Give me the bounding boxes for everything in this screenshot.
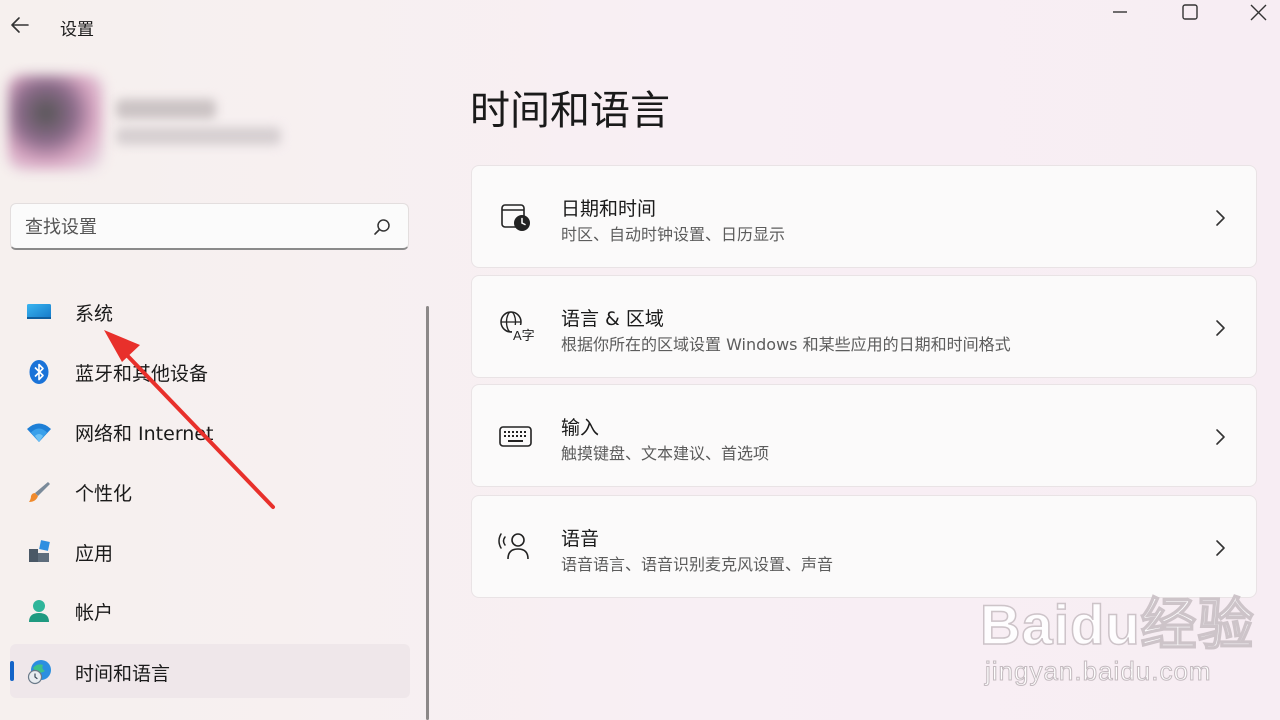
search-icon[interactable] (371, 216, 393, 238)
sidebar-item-label: 帐户 (75, 602, 114, 624)
card-description: 根据你所在的区域设置 Windows 和某些应用的日期和时间格式 (561, 335, 1011, 354)
sidebar-item-system[interactable]: 系统 (10, 284, 410, 338)
sidebar-item-accounts[interactable]: 帐户 (10, 583, 410, 637)
maximize-button[interactable] (1166, 0, 1212, 26)
watermark-url: jingyan.baidu.com (985, 656, 1212, 687)
user-icon (29, 600, 49, 622)
chevron-right-icon (1216, 540, 1225, 556)
card-title: 语音 (561, 528, 600, 550)
user-profile[interactable] (8, 75, 283, 170)
profile-name-blurred (116, 99, 216, 119)
watermark-logo: Baidu经验 (979, 592, 1255, 657)
language-icon: A字 (500, 311, 534, 343)
app-title: 设置 (60, 20, 94, 40)
keyboard-icon (499, 426, 532, 447)
card-title: 语言 & 区域 (561, 308, 664, 330)
sidebar-item-apps[interactable]: 应用 (10, 524, 410, 578)
minimize-button[interactable] (1097, 0, 1143, 26)
card-title: 输入 (561, 417, 600, 439)
selection-indicator (10, 661, 14, 681)
input-card[interactable]: 输入 触摸键盘、文本建议、首选项 (471, 384, 1257, 487)
card-description: 触摸键盘、文本建议、首选项 (561, 444, 770, 463)
close-icon (1250, 4, 1267, 21)
search-input[interactable] (25, 212, 355, 242)
card-description: 语音语言、语音识别麦克风设置、声音 (561, 555, 834, 574)
speech-icon (498, 533, 529, 560)
sidebar-item-label: 系统 (75, 303, 114, 325)
monitor-icon (27, 304, 51, 319)
wifi-icon (27, 423, 51, 442)
brush-icon (29, 482, 50, 502)
svg-text:A字: A字 (513, 328, 534, 343)
sidebar-item-label: 蓝牙和其他设备 (75, 363, 209, 385)
card-title: 日期和时间 (561, 198, 657, 220)
sidebar-item-label: 个性化 (75, 483, 133, 505)
sidebar-item-label: 时间和语言 (75, 663, 171, 685)
chevron-right-icon (1216, 210, 1225, 226)
minimize-icon (1113, 11, 1127, 13)
globe-clock-icon (27, 660, 51, 685)
maximize-icon (1182, 4, 1198, 20)
chevron-right-icon (1216, 320, 1225, 336)
close-button[interactable] (1235, 0, 1280, 26)
sidebar-item-label: 网络和 Internet (75, 423, 214, 445)
card-description: 时区、自动时钟设置、日历显示 (561, 225, 786, 244)
profile-email-blurred (116, 127, 281, 145)
title-bar: 设置 (0, 0, 1280, 50)
date-time-card[interactable]: 日期和时间 时区、自动时钟设置、日历显示 (471, 165, 1257, 268)
avatar (8, 75, 103, 170)
sidebar-item-personalization[interactable]: 个性化 (10, 464, 410, 518)
language-region-card[interactable]: A字 语言 & 区域 根据你所在的区域设置 Windows 和某些应用的日期和时… (471, 275, 1257, 378)
back-arrow-icon (11, 17, 29, 33)
watermark: Baidu经验 jingyan.baidu.com (979, 580, 1260, 710)
page-title: 时间和语言 (470, 88, 670, 134)
sidebar-item-bluetooth[interactable]: 蓝牙和其他设备 (10, 344, 410, 398)
back-button[interactable] (8, 12, 34, 38)
bluetooth-icon (29, 360, 49, 384)
sidebar-scrollbar[interactable] (426, 306, 429, 720)
chevron-right-icon (1216, 429, 1225, 445)
sidebar-item-network[interactable]: 网络和 Internet (10, 404, 410, 458)
sidebar-item-time-language[interactable]: 时间和语言 (10, 644, 410, 698)
search-box[interactable] (10, 203, 409, 250)
apps-icon (29, 540, 50, 562)
sidebar-item-label: 应用 (75, 543, 114, 565)
calendar-clock-icon (501, 204, 530, 231)
